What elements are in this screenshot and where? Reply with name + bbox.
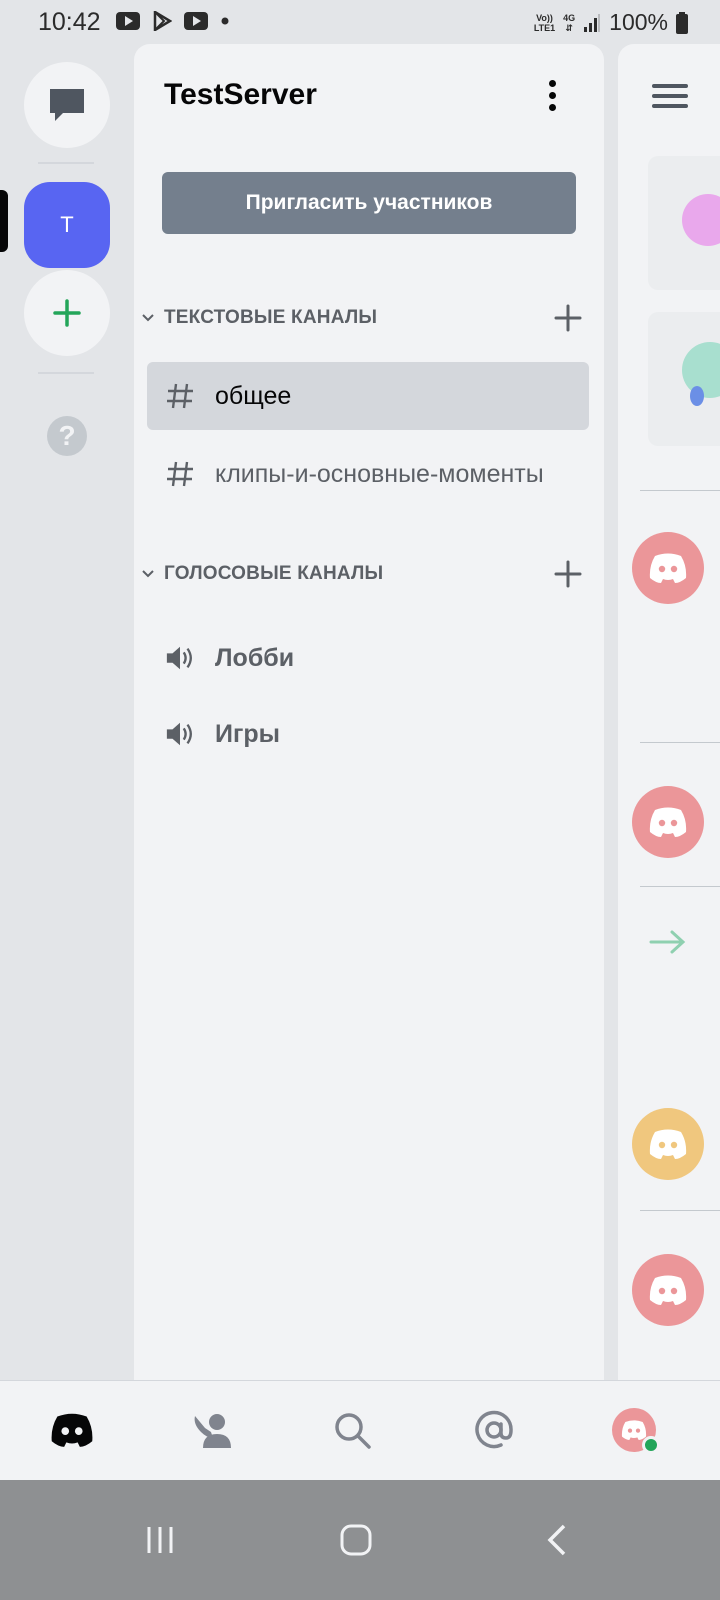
rail-divider (38, 162, 94, 164)
bottom-nav (0, 1380, 720, 1480)
status-time: 10:42 (38, 8, 101, 36)
speaker-icon (165, 643, 195, 673)
search-icon (335, 1413, 371, 1449)
discord-logo-icon (51, 1413, 93, 1447)
drop-icon (690, 386, 704, 406)
back-button[interactable] (536, 1520, 576, 1560)
chevron-down-icon (142, 314, 154, 322)
server-rail: T ? (0, 44, 134, 1404)
channel-item-clips[interactable]: клипы-и-основные-моменты (147, 440, 589, 508)
server-testserver-button[interactable]: T (24, 182, 110, 268)
chat-bubble-icon (50, 89, 84, 121)
join-arrow-icon (649, 930, 686, 954)
home-icon (340, 1524, 372, 1556)
channel-label: Лобби (215, 643, 295, 672)
help-button[interactable]: ? (47, 416, 87, 456)
channel-item-general[interactable]: общее (147, 362, 589, 430)
hamburger-icon[interactable] (652, 84, 688, 114)
system-nav-bar (0, 1480, 720, 1600)
message-divider (640, 742, 720, 743)
channel-label: общее (215, 381, 292, 410)
online-status-dot (642, 1436, 660, 1454)
recents-icon (147, 1527, 173, 1553)
signal-icon (584, 13, 601, 32)
chat-preview[interactable] (618, 44, 720, 1380)
discord-logo-icon (649, 1129, 687, 1159)
welcome-card[interactable] (648, 312, 720, 446)
back-icon (547, 1524, 566, 1556)
channel-label: Игры (215, 719, 281, 748)
volte-indicator: Vo)) LTE1 (533, 12, 556, 33)
message-divider (640, 886, 720, 887)
channel-panel: TestServer Пригласить участников ТЕКСТОВ… (134, 44, 604, 1380)
youtube-icon (184, 12, 208, 30)
chevron-down-icon (142, 570, 154, 578)
voice-channel-games[interactable]: Игры (147, 700, 589, 768)
active-server-indicator (0, 190, 8, 252)
category-text-channels[interactable]: ТЕКСТОВЫЕ КАНАЛЫ (142, 300, 582, 336)
discord-logo-icon (649, 553, 687, 583)
battery-percent: 100% (609, 9, 668, 35)
user-avatar[interactable] (632, 1254, 704, 1326)
user-avatar[interactable] (632, 786, 704, 858)
hash-icon (165, 381, 195, 411)
server-menu-button[interactable] (542, 80, 562, 116)
category-label: ГОЛОСОВЫЕ КАНАЛЫ (164, 563, 384, 584)
battery-icon (676, 11, 688, 34)
dot-icon (221, 17, 229, 25)
category-label: ТЕКСТОВЫЕ КАНАЛЫ (164, 307, 378, 328)
network-indicator: 4G ⇵ (563, 12, 576, 33)
notification-icons (116, 11, 230, 31)
tab-mentions[interactable] (464, 1405, 524, 1455)
message-divider (640, 1210, 720, 1211)
tab-servers[interactable] (42, 1405, 102, 1455)
recents-button[interactable] (140, 1520, 180, 1560)
play-store-icon (153, 11, 172, 31)
server-name[interactable]: TestServer (164, 78, 317, 112)
youtube-icon (116, 12, 140, 30)
welcome-card-icon (682, 194, 720, 246)
discord-logo-icon (649, 1275, 687, 1305)
discord-logo-icon (649, 807, 687, 837)
tab-friends[interactable] (182, 1405, 242, 1455)
add-server-button[interactable] (24, 270, 110, 356)
rail-divider (38, 372, 94, 374)
user-avatar[interactable] (632, 1108, 704, 1180)
message-divider (640, 490, 720, 491)
plus-icon (53, 299, 81, 327)
voice-channel-lobby[interactable]: Лобби (147, 624, 589, 692)
welcome-card[interactable] (648, 156, 720, 290)
category-voice-channels[interactable]: ГОЛОСОВЫЕ КАНАЛЫ (142, 556, 582, 592)
user-avatar[interactable] (632, 532, 704, 604)
mention-icon (475, 1410, 513, 1449)
add-text-channel-icon[interactable] (554, 304, 582, 332)
question-icon: ? (58, 420, 76, 451)
kebab-dot (548, 80, 556, 87)
tab-search[interactable] (322, 1405, 382, 1455)
invite-members-button[interactable]: Пригласить участников (162, 172, 576, 234)
hash-icon (165, 459, 195, 489)
add-voice-channel-icon[interactable] (554, 560, 582, 588)
system-indicators: Vo)) LTE1 4G ⇵ 100% (534, 9, 688, 36)
status-bar: 10:42 Vo)) LTE1 4G ⇵ 100% (0, 0, 720, 44)
channel-label: клипы-и-основные-моменты (215, 459, 544, 488)
direct-messages-button[interactable] (24, 62, 110, 148)
profile-avatar-icon (612, 1408, 660, 1454)
friends-icon (194, 1414, 231, 1448)
kebab-dot (548, 92, 556, 99)
home-button[interactable] (336, 1520, 376, 1560)
speaker-icon (165, 719, 195, 749)
tab-profile[interactable] (604, 1405, 664, 1455)
kebab-dot (548, 104, 556, 111)
